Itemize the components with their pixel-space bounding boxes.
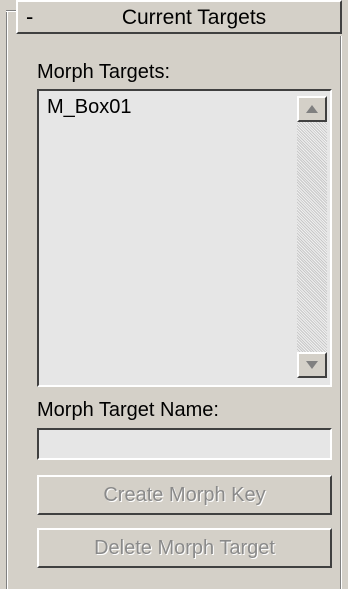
morph-targets-list[interactable]: M_Box01 (37, 89, 332, 387)
scroll-up-arrow-icon (306, 105, 318, 113)
scroll-up-button[interactable] (297, 96, 327, 122)
scroll-down-arrow-icon (306, 361, 318, 369)
morph-targets-label: Morph Targets: (37, 61, 171, 83)
list-scrollbar[interactable] (297, 96, 327, 378)
collapse-toggle[interactable]: - (26, 4, 33, 30)
rollout-frame-right (340, 36, 342, 589)
morph-target-name-label: Morph Target Name: (37, 399, 219, 421)
rollout-frame-top (6, 10, 16, 12)
current-targets-panel: - Current Targets Morph Targets: M_Box01… (0, 0, 348, 589)
rollout-title: Current Targets (121, 6, 267, 29)
rollout-header[interactable]: - Current Targets (16, 0, 342, 34)
list-item[interactable]: M_Box01 (47, 95, 132, 119)
scroll-down-button[interactable] (297, 352, 327, 378)
morph-target-name-field[interactable] (37, 428, 332, 460)
rollout-frame-left (6, 10, 8, 589)
delete-morph-target-button[interactable]: Delete Morph Target (37, 528, 332, 568)
create-morph-key-button[interactable]: Create Morph Key (37, 475, 332, 515)
